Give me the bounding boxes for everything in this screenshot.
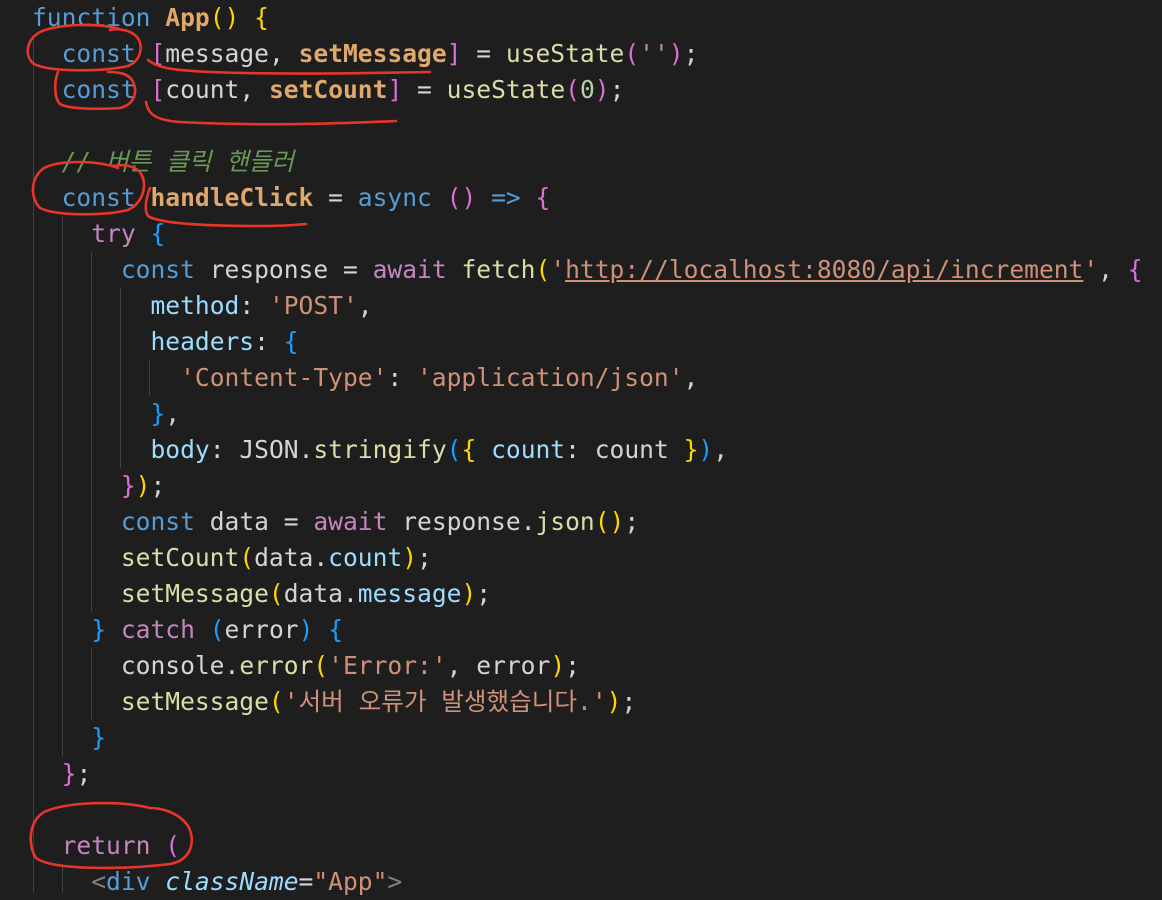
code-line[interactable]: // 버튼 클릭 핸들러 <box>32 144 294 180</box>
code-line[interactable]: } catch (error) { <box>32 612 343 648</box>
code-line[interactable]: function App() { <box>32 0 269 36</box>
code-line[interactable]: body: JSON.stringify({ count: count }), <box>32 432 728 468</box>
code-line[interactable]: 'Content-Type': 'application/json', <box>32 360 698 396</box>
code-line[interactable]: headers: { <box>32 324 298 360</box>
code-line[interactable]: const [message, setMessage] = useState('… <box>32 36 699 72</box>
code-line[interactable]: setCount(data.count); <box>32 540 432 576</box>
code-line[interactable]: method: 'POST', <box>32 288 372 324</box>
code-line[interactable]: const [count, setCount] = useState(0); <box>32 72 625 108</box>
code-line[interactable]: }); <box>32 468 165 504</box>
url-link[interactable]: http://localhost:8080/api/increment <box>565 255 1083 284</box>
code-line[interactable]: return ( <box>32 828 180 864</box>
code-editor[interactable]: function App() { const [message, setMess… <box>0 0 1162 896</box>
code-line[interactable]: }, <box>32 396 180 432</box>
code-line[interactable]: const response = await fetch('http://loc… <box>32 252 1143 288</box>
code-line[interactable]: const data = await response.json(); <box>32 504 639 540</box>
code-line[interactable]: <div className="App"> <box>32 864 402 900</box>
code-line[interactable]: try { <box>32 216 165 252</box>
code-comment: // 버튼 클릭 핸들러 <box>61 147 295 176</box>
code-line[interactable]: }; <box>32 756 92 792</box>
code-line[interactable]: setMessage('서버 오류가 발생했습니다.'); <box>32 684 636 720</box>
code-line[interactable]: setMessage(data.message); <box>32 576 491 612</box>
code-line[interactable]: console.error('Error:', error); <box>32 648 580 684</box>
code-line[interactable]: const handleClick = async () => { <box>32 180 551 216</box>
code-line[interactable]: } <box>32 720 106 756</box>
